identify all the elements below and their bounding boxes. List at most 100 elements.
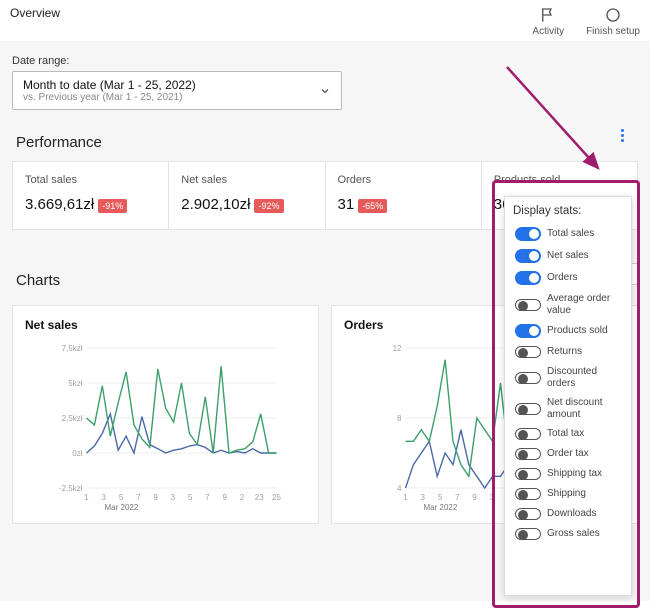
svg-text:9: 9 xyxy=(222,493,227,502)
finish-label: Finish setup xyxy=(586,26,640,37)
stat-label: Orders xyxy=(338,174,469,186)
svg-text:5: 5 xyxy=(119,493,124,502)
circle-icon xyxy=(604,6,622,24)
svg-text:5: 5 xyxy=(438,493,443,502)
popover-title: Display stats: xyxy=(513,205,627,217)
toggle-switch[interactable] xyxy=(515,428,541,440)
delta-badge: -91% xyxy=(98,199,127,213)
toggle-row: Products sold xyxy=(513,320,627,342)
toggle-label: Orders xyxy=(547,272,625,284)
stat-label: Total sales xyxy=(25,174,156,186)
toggle-switch[interactable] xyxy=(515,271,541,285)
svg-text:-2,5kzł: -2,5kzł xyxy=(59,484,83,493)
charts-title: Charts xyxy=(16,272,60,289)
stat-card[interactable]: Orders 31-65% xyxy=(326,162,482,229)
svg-text:7: 7 xyxy=(455,493,460,502)
toggle-row: Average order value xyxy=(513,289,627,320)
chart-title: Net sales xyxy=(25,318,310,332)
toggle-row: Total tax xyxy=(513,424,627,444)
toggle-row: Discounted orders xyxy=(513,362,627,393)
toggle-row: Returns xyxy=(513,342,627,362)
date-range-select[interactable]: Month to date (Mar 1 - 25, 2022) vs. Pre… xyxy=(12,71,342,110)
stat-card[interactable]: Total sales 3.669,61zł -91% xyxy=(13,162,169,229)
toggle-row: Shipping xyxy=(513,484,627,504)
svg-text:0zł: 0zł xyxy=(72,449,82,458)
stat-label: Products sold xyxy=(494,174,625,186)
delta-badge: -65% xyxy=(358,199,387,213)
toggle-switch[interactable] xyxy=(515,488,541,500)
finish-setup-button[interactable]: Finish setup xyxy=(586,6,640,37)
svg-text:4: 4 xyxy=(397,484,402,493)
toggle-label: Average order value xyxy=(547,293,625,316)
toggle-switch[interactable] xyxy=(515,299,541,311)
svg-text:5: 5 xyxy=(188,493,193,502)
date-range-value: Month to date (Mar 1 - 25, 2022) xyxy=(23,78,311,92)
toggle-label: Gross sales xyxy=(547,528,625,540)
page-title: Overview xyxy=(10,6,60,20)
svg-text:5kzł: 5kzł xyxy=(68,379,82,388)
svg-text:3: 3 xyxy=(421,493,426,502)
activity-button[interactable]: Activity xyxy=(532,6,564,37)
svg-text:1: 1 xyxy=(84,493,89,502)
date-range-compare: vs. Previous year (Mar 1 - 25, 2021) xyxy=(23,92,311,103)
toggle-label: Downloads xyxy=(547,508,625,520)
activity-label: Activity xyxy=(532,26,564,37)
toggle-row: Total sales xyxy=(513,223,627,245)
toggle-row: Orders xyxy=(513,267,627,289)
svg-text:23: 23 xyxy=(255,493,264,502)
toggle-switch[interactable] xyxy=(515,372,541,384)
svg-text:3: 3 xyxy=(490,493,495,502)
toggle-switch[interactable] xyxy=(515,468,541,480)
stat-card[interactable]: Net sales2.902,10zł-92% xyxy=(169,162,325,229)
svg-text:7,5kzł: 7,5kzł xyxy=(62,344,83,353)
toggle-row: Shipping tax xyxy=(513,464,627,484)
date-range-label: Date range: xyxy=(12,55,638,67)
svg-text:2,5kzł: 2,5kzł xyxy=(62,414,83,423)
svg-text:9: 9 xyxy=(472,493,477,502)
toggle-label: Net sales xyxy=(547,250,625,262)
stat-value: 2.902,10zł xyxy=(181,196,250,213)
toggle-switch[interactable] xyxy=(515,249,541,263)
svg-text:2: 2 xyxy=(240,493,245,502)
toggle-switch[interactable] xyxy=(515,324,541,338)
toggle-label: Discounted orders xyxy=(547,366,625,389)
delta-badge: -92% xyxy=(254,199,283,213)
toggle-switch[interactable] xyxy=(515,403,541,415)
svg-text:9: 9 xyxy=(153,493,158,502)
display-stats-popover[interactable]: Display stats: Total sales Net sales Order… xyxy=(504,196,632,596)
svg-text:3: 3 xyxy=(171,493,176,502)
toggle-switch[interactable] xyxy=(515,508,541,520)
performance-title: Performance xyxy=(16,134,102,151)
chart-card: Net sales 7,5kzł 5kzł 2,5kzł 0zł -2,5kzł1 3 5 7 9… xyxy=(12,305,319,524)
toggle-label: Products sold xyxy=(547,325,625,337)
toggle-label: Shipping tax xyxy=(547,468,625,480)
svg-text:12: 12 xyxy=(393,344,402,353)
svg-text:Mar 2022: Mar 2022 xyxy=(105,503,139,512)
svg-text:7: 7 xyxy=(136,493,141,502)
toggle-label: Total tax xyxy=(547,428,625,440)
flag-icon xyxy=(539,6,557,24)
stat-value: 31 xyxy=(338,196,355,213)
toggle-switch[interactable] xyxy=(515,528,541,540)
toggle-label: Total sales xyxy=(547,228,625,240)
toggle-label: Net discount amount xyxy=(547,397,625,420)
svg-text:3: 3 xyxy=(102,493,107,502)
toggle-label: Order tax xyxy=(547,448,625,460)
toggle-switch[interactable] xyxy=(515,227,541,241)
chevron-down-icon xyxy=(319,85,331,97)
toggle-row: Gross sales xyxy=(513,524,627,544)
toggle-row: Order tax xyxy=(513,444,627,464)
toggle-label: Returns xyxy=(547,346,625,358)
svg-text:7: 7 xyxy=(205,493,210,502)
toggle-row: Downloads xyxy=(513,504,627,524)
performance-menu-button[interactable] xyxy=(612,126,632,146)
svg-text:1: 1 xyxy=(403,493,408,502)
svg-text:Mar 2022: Mar 2022 xyxy=(424,503,458,512)
toggle-switch[interactable] xyxy=(515,346,541,358)
stat-value: 3.669,61zł xyxy=(25,196,94,213)
svg-text:25: 25 xyxy=(272,493,281,502)
svg-text:8: 8 xyxy=(397,414,402,423)
toggle-label: Shipping xyxy=(547,488,625,500)
toggle-row: Net discount amount xyxy=(513,393,627,424)
toggle-switch[interactable] xyxy=(515,448,541,460)
